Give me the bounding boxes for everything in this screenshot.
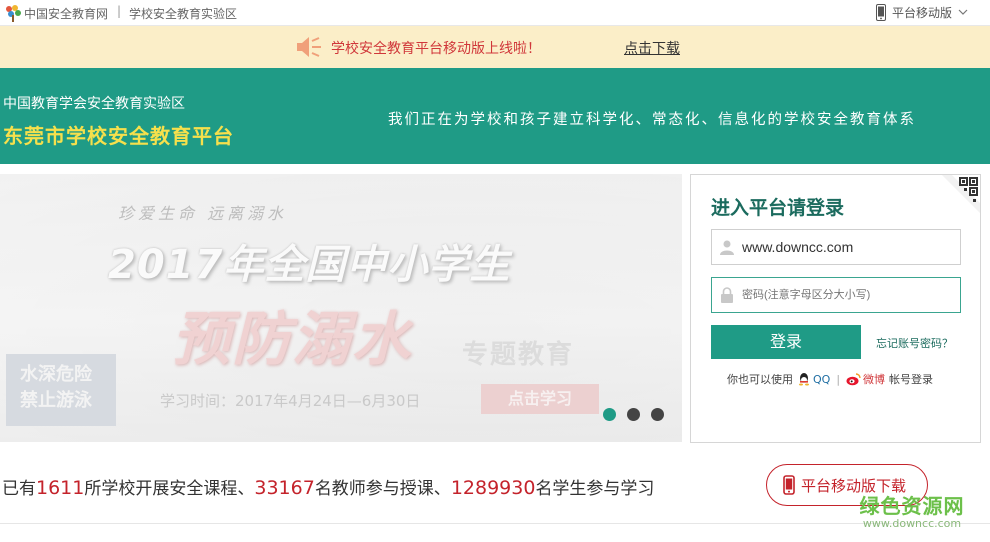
warning-sign-line2: 禁止游泳 (20, 390, 92, 411)
platform-title: 东莞市学校安全教育平台 (3, 124, 234, 148)
weibo-icon (846, 372, 861, 385)
school-count: 1611 (36, 477, 85, 499)
forgot-password-link[interactable]: 忘记账号密码？ (876, 335, 953, 351)
watermark: 绿色资源网 www.downcc.com (852, 490, 972, 530)
banner-topic: 预防溺水 (172, 305, 413, 373)
banner-topic-suffix: 专题教育 (462, 340, 575, 370)
alt-login-separator: | (836, 372, 841, 386)
lock-icon (719, 287, 735, 307)
banner-title: 2017年全国中小学生 (108, 242, 511, 288)
watermark-title: 绿色资源网 (859, 494, 965, 518)
phone-icon (876, 3, 886, 21)
login-panel: 进入平台请登录 登录 忘记账号密码？ 你也可以使用 (690, 174, 981, 443)
stats-mid1: 所学校开展安全课程、 (84, 479, 255, 499)
warning-sign: 水深危险 禁止游泳 (6, 354, 116, 426)
site-logo-icon[interactable] (4, 4, 22, 25)
qq-icon (799, 373, 809, 386)
qq-login-link[interactable]: QQ (797, 372, 830, 386)
qq-login-label: QQ (813, 372, 831, 386)
carousel-dot-2[interactable] (627, 408, 640, 421)
start-learning-button[interactable]: 点击学习 (481, 384, 599, 414)
platform-stats: 已有1611所学校开展安全课程、33167名教师参与授课、1289930名学生参… (2, 474, 654, 499)
banner-subtitle: 珍爱生命 远离溺水 (118, 204, 288, 223)
announcement-bar: 学校安全教育平台移动版上线啦！ 点击下载 (0, 26, 990, 68)
third-party-login: 你也可以使用 QQ | 微博 帐号登录 (727, 371, 933, 387)
user-icon (719, 239, 735, 259)
topbar-separator: | (117, 4, 122, 18)
announcement-text: 学校安全教育平台移动版上线啦！ (331, 41, 541, 57)
speaker-icon (296, 36, 322, 62)
mobile-version-label: 平台移动版 (892, 5, 953, 20)
phone-icon (783, 475, 795, 495)
sub-site-link[interactable]: 学校安全教育实验区 (129, 5, 237, 22)
warning-sign-line1: 水深危险 (20, 364, 92, 385)
login-button[interactable]: 登录 (711, 325, 861, 359)
top-bar: 中国安全教育网 | 学校安全教育实验区 平台移动版 (0, 0, 990, 26)
site-name-link[interactable]: 中国安全教育网 (24, 5, 108, 22)
stats-mid2: 名教师参与授课、 (314, 479, 451, 499)
alt-login-prefix: 你也可以使用 (727, 373, 793, 386)
qr-code-corner-icon[interactable] (942, 175, 980, 213)
username-field[interactable] (711, 229, 961, 265)
banner-carousel[interactable]: 珍爱生命 远离溺水 2017年全国中小学生 预防溺水 专题教育 水深危险 禁止游… (0, 174, 682, 442)
stats-suffix: 名学生参与学习 (535, 479, 655, 499)
carousel-dots (603, 408, 664, 421)
platform-slogan: 我们正在为学校和孩子建立科学化、常态化、信息化的学校安全教育体系 (388, 112, 916, 128)
weibo-login-label: 微博 (863, 373, 886, 386)
watermark-url: www.downcc.com (862, 517, 962, 530)
password-input[interactable] (742, 279, 952, 311)
weibo-login-link[interactable]: 微博 (846, 371, 885, 387)
page: 中国安全教育网 | 学校安全教育实验区 平台移动版 学校安全教育平台移动版上线啦… (0, 0, 990, 542)
platform-header: 中国教育学会安全教育实验区 东莞市学校安全教育平台 我们正在为学校和孩子建立科学… (0, 68, 990, 164)
student-count: 1289930 (450, 477, 536, 499)
organization-name: 中国教育学会安全教育实验区 (3, 96, 185, 112)
password-field[interactable] (711, 277, 961, 313)
carousel-dot-1[interactable] (603, 408, 616, 421)
username-input[interactable] (742, 231, 952, 263)
study-time: 学习时间：2017年4月24日—6月30日 (160, 392, 421, 410)
chevron-down-icon (958, 9, 968, 15)
teacher-count: 33167 (254, 477, 315, 499)
login-title: 进入平台请登录 (711, 197, 845, 219)
stats-prefix: 已有 (2, 479, 36, 499)
carousel-dot-3[interactable] (651, 408, 664, 421)
download-link[interactable]: 点击下载 (624, 38, 680, 58)
alt-login-suffix: 帐号登录 (889, 373, 934, 386)
mobile-version-menu[interactable]: 平台移动版 (876, 2, 968, 22)
footer-divider (0, 523, 990, 524)
